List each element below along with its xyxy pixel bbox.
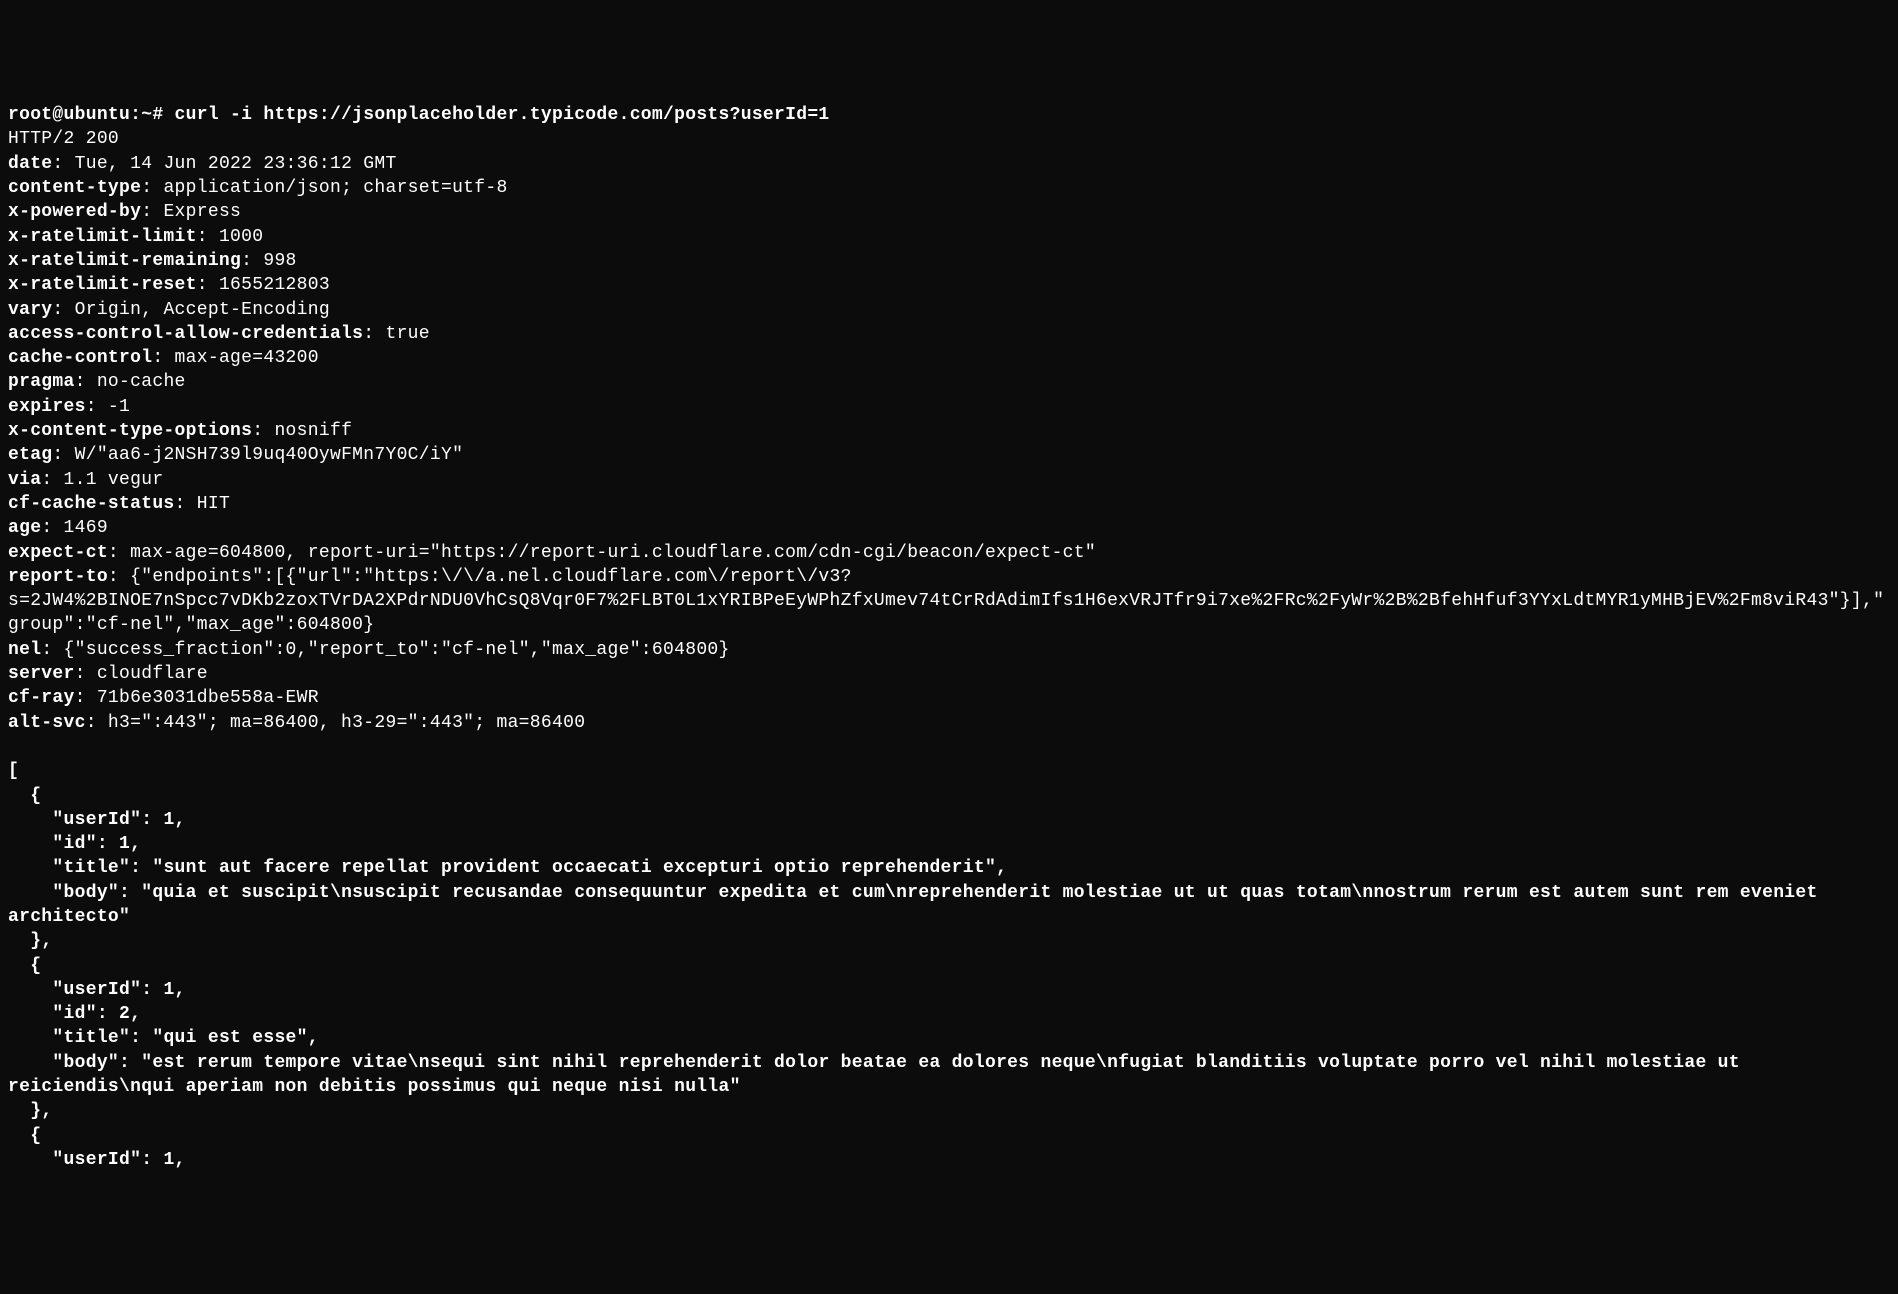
http-header-key: nel — [8, 640, 41, 660]
http-header-key: x-powered-by — [8, 202, 141, 222]
http-header-key: access-control-allow-credentials — [8, 324, 363, 344]
http-header-line: vary: Origin, Accept-Encoding — [8, 298, 1890, 322]
http-header-line: pragma: no-cache — [8, 370, 1890, 394]
http-header-line: expires: -1 — [8, 395, 1890, 419]
http-header-key: x-ratelimit-reset — [8, 275, 197, 295]
http-header-line: x-ratelimit-limit: 1000 — [8, 225, 1890, 249]
http-header-line: cf-ray: 71b6e3031dbe558a-EWR — [8, 686, 1890, 710]
shell-command: curl -i https://jsonplaceholder.typicode… — [175, 105, 830, 125]
http-header-value: : application/json; charset=utf-8 — [141, 178, 507, 198]
http-header-value: : 1000 — [197, 227, 264, 247]
http-header-line: x-content-type-options: nosniff — [8, 419, 1890, 443]
http-header-line: server: cloudflare — [8, 662, 1890, 686]
http-header-key: age — [8, 518, 41, 538]
http-header-value: : HIT — [175, 494, 231, 514]
http-header-key: pragma — [8, 372, 75, 392]
http-header-key: report-to — [8, 567, 108, 587]
http-header-value: : {"success_fraction":0,"report_to":"cf-… — [41, 640, 729, 660]
http-header-value: : 1655212803 — [197, 275, 330, 295]
http-header-value: : W/"aa6-j2NSH739l9uq40OywFMn7Y0C/iY" — [52, 445, 463, 465]
http-header-key: alt-svc — [8, 713, 86, 733]
shell-prompt-line[interactable]: root@ubuntu:~# curl -i https://jsonplace… — [8, 103, 1890, 127]
shell-prompt-prefix: root@ubuntu:~# — [8, 105, 175, 125]
http-header-line: via: 1.1 vegur — [8, 468, 1890, 492]
http-header-value: : max-age=43200 — [152, 348, 319, 368]
http-header-value: : Origin, Accept-Encoding — [52, 300, 330, 320]
http-header-line: alt-svc: h3=":443"; ma=86400, h3-29=":44… — [8, 711, 1890, 735]
http-header-line: etag: W/"aa6-j2NSH739l9uq40OywFMn7Y0C/iY… — [8, 443, 1890, 467]
http-header-key: expires — [8, 397, 86, 417]
http-header-value: : {"endpoints":[{"url":"https:\/\/a.nel.… — [8, 567, 1884, 636]
http-header-key: x-ratelimit-remaining — [8, 251, 241, 271]
http-header-value: : Express — [141, 202, 241, 222]
http-status-line: HTTP/2 200 — [8, 127, 1890, 151]
http-header-key: date — [8, 154, 52, 174]
http-header-value: : cloudflare — [75, 664, 208, 684]
http-header-key: x-ratelimit-limit — [8, 227, 197, 247]
http-header-key: cache-control — [8, 348, 152, 368]
http-header-line: x-powered-by: Express — [8, 200, 1890, 224]
http-headers-block: date: Tue, 14 Jun 2022 23:36:12 GMTconte… — [8, 152, 1890, 735]
http-header-line: report-to: {"endpoints":[{"url":"https:\… — [8, 565, 1890, 638]
http-header-value: : true — [363, 324, 430, 344]
http-header-value: : 1469 — [41, 518, 108, 538]
http-header-line: age: 1469 — [8, 516, 1890, 540]
http-header-value: : -1 — [86, 397, 130, 417]
http-header-line: access-control-allow-credentials: true — [8, 322, 1890, 346]
http-header-key: cf-cache-status — [8, 494, 175, 514]
http-header-value: : 1.1 vegur — [41, 470, 163, 490]
http-header-key: x-content-type-options — [8, 421, 252, 441]
http-header-key: expect-ct — [8, 543, 108, 563]
http-header-key: server — [8, 664, 75, 684]
http-header-value: : nosniff — [252, 421, 352, 441]
http-header-line: date: Tue, 14 Jun 2022 23:36:12 GMT — [8, 152, 1890, 176]
http-header-key: via — [8, 470, 41, 490]
http-header-line: content-type: application/json; charset=… — [8, 176, 1890, 200]
http-header-line: nel: {"success_fraction":0,"report_to":"… — [8, 638, 1890, 662]
http-header-line: x-ratelimit-remaining: 998 — [8, 249, 1890, 273]
http-header-key: etag — [8, 445, 52, 465]
http-header-key: content-type — [8, 178, 141, 198]
http-header-value: : h3=":443"; ma=86400, h3-29=":443"; ma=… — [86, 713, 586, 733]
http-header-line: cache-control: max-age=43200 — [8, 346, 1890, 370]
http-header-line: x-ratelimit-reset: 1655212803 — [8, 273, 1890, 297]
http-header-value: : 998 — [241, 251, 297, 271]
http-header-value: : no-cache — [75, 372, 186, 392]
http-header-value: : max-age=604800, report-uri="https://re… — [108, 543, 1096, 563]
http-header-line: expect-ct: max-age=604800, report-uri="h… — [8, 541, 1890, 565]
http-header-key: cf-ray — [8, 688, 75, 708]
http-header-value: : 71b6e3031dbe558a-EWR — [75, 688, 319, 708]
http-response-body: [ { "userId": 1, "id": 1, "title": "sunt… — [8, 759, 1890, 1172]
http-header-key: vary — [8, 300, 52, 320]
http-header-value: : Tue, 14 Jun 2022 23:36:12 GMT — [52, 154, 396, 174]
http-header-line: cf-cache-status: HIT — [8, 492, 1890, 516]
